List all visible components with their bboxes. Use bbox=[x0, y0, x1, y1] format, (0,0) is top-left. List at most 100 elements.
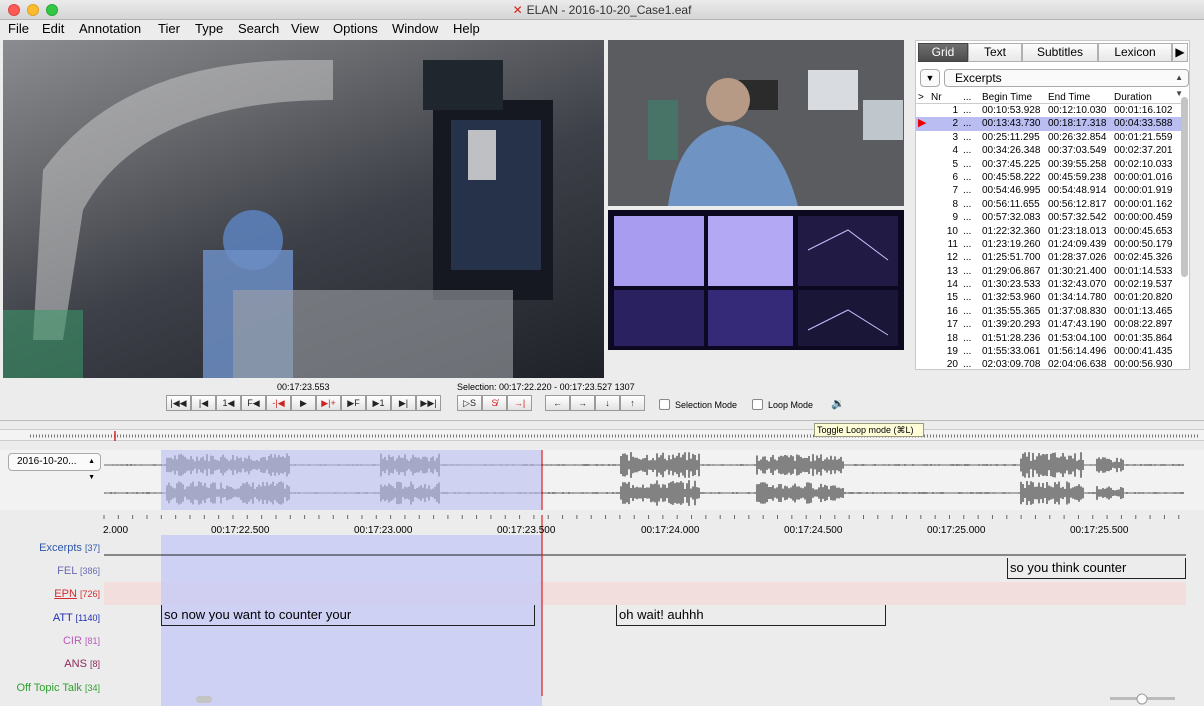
grid-row[interactable]: 13... 01:29:06.867 01:30:21.400 00:01:14.53… bbox=[916, 265, 1182, 278]
previous-frame-button[interactable]: |◀ bbox=[191, 395, 216, 411]
grid-row[interactable]: 18... 01:51:28.236 01:53:04.100 00:01:35.86… bbox=[916, 332, 1182, 345]
go-to-begin-button[interactable]: |◀◀ bbox=[166, 395, 191, 411]
loop-mode-checkbox[interactable] bbox=[752, 399, 763, 410]
secondary-video-view[interactable] bbox=[608, 40, 904, 206]
waveform-viewer[interactable]: 2016-10-20... ▲ ▼ bbox=[0, 450, 1204, 510]
menu-type[interactable]: Type bbox=[195, 21, 223, 36]
grid-row[interactable]: ▶ 2... 00:13:43.730 00:18:17.318 00:04:33.58… bbox=[916, 117, 1182, 131]
row-begin-time: 01:23:19.260 bbox=[982, 238, 1041, 250]
row-begin-time: 01:35:55.365 bbox=[982, 305, 1041, 317]
tier-down-button[interactable]: ↓ bbox=[595, 395, 620, 411]
menu-search[interactable]: Search bbox=[238, 21, 279, 36]
row-begin-time: 01:25:51.700 bbox=[982, 252, 1041, 264]
col-marker[interactable]: > bbox=[918, 92, 930, 103]
menu-view[interactable]: View bbox=[291, 21, 319, 36]
grid-row[interactable]: 6... 00:45:58.222 00:45:59.238 00:00:01.016 bbox=[916, 171, 1182, 184]
previous-pixel-button[interactable]: -|◀ bbox=[266, 395, 291, 411]
ruler-tick: 2.000 bbox=[103, 525, 129, 536]
col-dots[interactable]: ... bbox=[963, 92, 975, 103]
row-begin-time: 01:39:20.293 bbox=[982, 319, 1041, 331]
tier-label-epn[interactable]: EPN [726] bbox=[0, 588, 100, 600]
menu-file[interactable]: File bbox=[8, 21, 29, 36]
row-dots: ... bbox=[963, 359, 972, 371]
tab-text[interactable]: Text bbox=[968, 43, 1022, 62]
grid-row[interactable]: 10... 01:22:32.360 01:23:18.013 00:00:45.65… bbox=[916, 225, 1182, 238]
row-dots: ... bbox=[963, 185, 972, 197]
menu-annotation[interactable]: Annotation bbox=[79, 21, 141, 36]
row-nr: 3 bbox=[952, 131, 958, 143]
row-nr: 8 bbox=[952, 198, 958, 210]
play-button[interactable]: ▶ bbox=[291, 395, 316, 411]
tabs-more-arrow-icon[interactable]: ▶ bbox=[1172, 43, 1188, 62]
step-back-1s-button[interactable]: 1◀ bbox=[216, 395, 241, 411]
tab-subtitles[interactable]: Subtitles bbox=[1022, 43, 1098, 62]
grid-row[interactable]: 12... 01:25:51.700 01:28:37.026 00:02:45.32… bbox=[916, 251, 1182, 264]
col-begin-time[interactable]: Begin Time bbox=[982, 92, 1044, 103]
grid-row[interactable]: 15... 01:32:53.960 01:34:14.780 00:01:20.82… bbox=[916, 291, 1182, 304]
tier-label-cir[interactable]: CIR [81] bbox=[0, 635, 100, 647]
annotation-att[interactable]: so now you want to counter your bbox=[161, 605, 535, 626]
grid-row[interactable]: 9... 00:57:32.083 00:57:32.542 00:00:00.459 bbox=[916, 211, 1182, 224]
annotation-att[interactable]: oh wait! auhhh bbox=[616, 605, 886, 626]
go-to-end-button[interactable]: ▶▶| bbox=[416, 395, 441, 411]
row-end-time: 01:32:43.070 bbox=[1048, 279, 1107, 291]
previous-annotation-button[interactable]: ← bbox=[545, 395, 570, 411]
next-pixel-button[interactable]: ▶|+ bbox=[316, 395, 341, 411]
tier-label-excerpts[interactable]: Excerpts [37] bbox=[0, 542, 100, 554]
grid-tier-select: ▼ Excerpts ▲ ▼ bbox=[918, 69, 1189, 98]
tier-dropdown[interactable]: Excerpts ▲ ▼ bbox=[944, 69, 1189, 98]
grid-row[interactable]: 4... 00:34:26.348 00:37:03.549 00:02:37.201 bbox=[916, 144, 1182, 157]
menu-tier[interactable]: Tier bbox=[158, 21, 180, 36]
clear-selection-button[interactable]: S̸ bbox=[482, 395, 507, 411]
main-video-view[interactable] bbox=[3, 40, 604, 378]
row-end-time: 02:04:06.638 bbox=[1048, 359, 1107, 371]
timeline-overview[interactable] bbox=[0, 429, 1204, 441]
tier-label-ans[interactable]: ANS [8] bbox=[0, 658, 100, 670]
menu-options[interactable]: Options bbox=[333, 21, 378, 36]
screen-capture-view[interactable] bbox=[608, 210, 904, 350]
row-duration: 00:01:14.533 bbox=[1114, 265, 1173, 277]
col-nr[interactable]: Nr bbox=[931, 92, 942, 103]
tier-label-fel[interactable]: FEL [386] bbox=[0, 565, 100, 577]
tier-label-off-topic-talk[interactable]: Off Topic Talk [34] bbox=[0, 682, 100, 694]
menu-edit[interactable]: Edit bbox=[42, 21, 64, 36]
col-end-time[interactable]: End Time bbox=[1048, 92, 1110, 103]
tier-up-button[interactable]: ↑ bbox=[620, 395, 645, 411]
tab-grid[interactable]: Grid bbox=[918, 43, 968, 62]
selection-boundary-button[interactable]: →| bbox=[507, 395, 532, 411]
tier-label-att[interactable]: ATT [1140] bbox=[0, 612, 100, 624]
col-duration[interactable]: Duration bbox=[1114, 92, 1178, 103]
menu-help[interactable]: Help bbox=[453, 21, 480, 36]
step-forward-1s-button[interactable]: ▶1 bbox=[366, 395, 391, 411]
next-frame-button[interactable]: ▶| bbox=[391, 395, 416, 411]
menu-window[interactable]: Window bbox=[392, 21, 438, 36]
row-begin-time: 01:51:28.236 bbox=[982, 332, 1041, 344]
annotation-fel[interactable]: so you think counter bbox=[1007, 558, 1186, 579]
grid-row[interactable]: 5... 00:37:45.225 00:39:55.258 00:02:10.033 bbox=[916, 158, 1182, 171]
play-selection-button[interactable]: ▷S bbox=[457, 395, 482, 411]
grid-row[interactable]: 14... 01:30:23.533 01:32:43.070 00:02:19.53… bbox=[916, 278, 1182, 291]
step-back-frame-button[interactable]: F◀ bbox=[241, 395, 266, 411]
grid-row[interactable]: 20... 02:03:09.708 02:04:06.638 00:00:56.93… bbox=[916, 358, 1182, 371]
splitter[interactable] bbox=[0, 420, 1204, 423]
selection-mode-checkbox[interactable] bbox=[659, 399, 670, 410]
grid-row[interactable]: 3... 00:25:11.295 00:26:32.854 00:01:21.559 bbox=[916, 131, 1182, 144]
speaker-icon[interactable]: 🔉 bbox=[831, 397, 845, 410]
grid-row[interactable]: 11... 01:23:19.260 01:24:09.439 00:00:50.17… bbox=[916, 238, 1182, 251]
grid-row[interactable]: 7... 00:54:46.995 00:54:48.914 00:00:01.919 bbox=[916, 184, 1182, 197]
loop-mode-label: Loop Mode bbox=[768, 400, 814, 410]
grid-row[interactable]: 1... 00:10:53.928 00:12:10.030 00:01:16.102 bbox=[916, 104, 1182, 117]
next-annotation-button[interactable]: → bbox=[570, 395, 595, 411]
tab-lexicon[interactable]: Lexicon bbox=[1098, 43, 1172, 62]
grid-row[interactable]: 17... 01:39:20.293 01:47:43.190 00:08:22.89… bbox=[916, 318, 1182, 331]
row-end-time: 00:18:17.318 bbox=[1048, 118, 1107, 130]
grid-options-toggle[interactable]: ▼ bbox=[920, 69, 940, 87]
row-dots: ... bbox=[963, 292, 972, 304]
row-nr: 5 bbox=[952, 158, 958, 170]
grid-row[interactable]: 8... 00:56:11.655 00:56:12.817 00:00:01.162 bbox=[916, 198, 1182, 211]
step-forward-frame-button[interactable]: ▶F bbox=[341, 395, 366, 411]
timeline-viewer[interactable]: 2.000 00:17:22.500 00:17:23.000 00:17:23… bbox=[0, 515, 1204, 706]
grid-scrollbar[interactable] bbox=[1181, 97, 1188, 277]
grid-row[interactable]: 19... 01:55:33.061 01:56:14.496 00:00:41.43… bbox=[916, 345, 1182, 358]
grid-row[interactable]: 16... 01:35:55.365 01:37:08.830 00:01:13.46… bbox=[916, 305, 1182, 318]
